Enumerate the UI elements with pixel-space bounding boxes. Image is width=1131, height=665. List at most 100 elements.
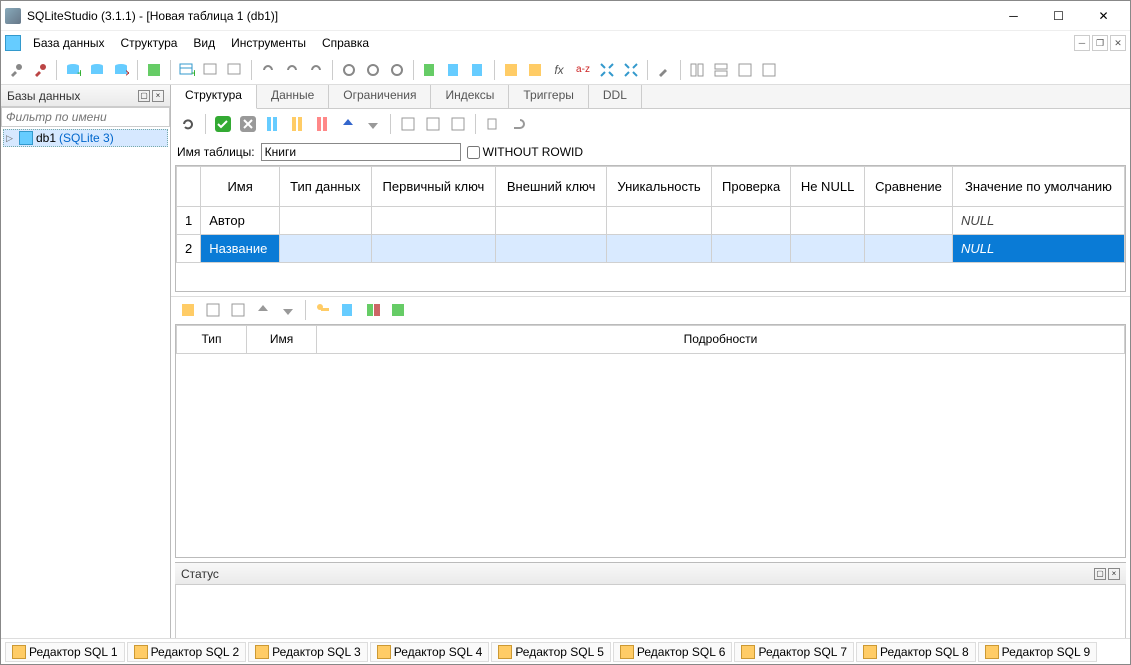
edit-db-button[interactable] [86,59,108,81]
gear1-button[interactable] [338,59,360,81]
history-button[interactable] [524,59,546,81]
menu-view[interactable]: Вид [185,34,223,52]
ct-down-button[interactable] [277,299,299,321]
collation-button[interactable]: a-z [572,59,594,81]
ct-check-button[interactable] [387,299,409,321]
maximize-button[interactable]: ☐ [1036,2,1081,30]
copy-button[interactable] [482,113,504,135]
tab-constraints[interactable]: Ограничения [329,85,431,108]
sql-editor-tab[interactable]: Редактор SQL 5 [491,642,611,662]
cell-fk[interactable] [496,207,607,235]
import-button[interactable] [419,59,441,81]
table-row[interactable]: 1 Автор NULL [177,207,1125,235]
layout3-button[interactable] [734,59,756,81]
detail-header-details[interactable]: Подробности [317,325,1125,353]
col-header-check[interactable]: Проверка [712,167,791,207]
add-db-button[interactable]: + [62,59,84,81]
cell-unique[interactable] [606,207,711,235]
filter-input[interactable] [1,107,170,127]
col-header-fk[interactable]: Внешний ключ [496,167,607,207]
attach3-button[interactable] [305,59,327,81]
sql-editor-tab[interactable]: Редактор SQL 4 [370,642,490,662]
tab-structure[interactable]: Структура [171,85,257,109]
edit-col-button[interactable] [287,113,309,135]
menu-database[interactable]: База данных [25,34,112,52]
connect-button[interactable] [5,59,27,81]
minimize-button[interactable]: ─ [991,2,1036,30]
tc1-button[interactable] [397,113,419,135]
cell-fk[interactable] [496,235,607,263]
cell-check[interactable] [712,235,791,263]
ct-edit-button[interactable] [202,299,224,321]
ct-fk-button[interactable] [337,299,359,321]
move-down-button[interactable] [362,113,384,135]
commit-button[interactable] [143,59,165,81]
without-rowid-check[interactable]: WITHOUT ROWID [467,145,583,159]
sql-editor-tab[interactable]: Редактор SQL 1 [5,642,125,662]
col-header-collate[interactable]: Сравнение [865,167,953,207]
collapse-button[interactable] [620,59,642,81]
sql-button[interactable] [500,59,522,81]
gear2-button[interactable] [362,59,384,81]
detail-header-name[interactable]: Имя [247,325,317,353]
table-name-input[interactable] [261,143,461,161]
move-up-button[interactable] [337,113,359,135]
sql-editor-tab[interactable]: Редактор SQL 9 [978,642,1098,662]
tab-triggers[interactable]: Триггеры [509,85,589,108]
cell-pk[interactable] [371,207,496,235]
mdi-minimize-button[interactable]: ─ [1074,35,1090,51]
cell-collate[interactable] [865,207,953,235]
col-header-name[interactable]: Имя [201,167,280,207]
tc3-button[interactable] [447,113,469,135]
status-close-button[interactable]: × [1108,568,1120,580]
cell-pk[interactable] [371,235,496,263]
mdi-close-button[interactable]: ✕ [1110,35,1126,51]
cell-name[interactable]: Автор [201,207,280,235]
sql-editor-tab[interactable]: Редактор SQL 6 [613,642,733,662]
export2-button[interactable] [467,59,489,81]
cell-collate[interactable] [865,235,953,263]
ct-unique-button[interactable] [362,299,384,321]
commit-struct-button[interactable] [212,113,234,135]
ct-up-button[interactable] [252,299,274,321]
col-header-pk[interactable]: Первичный ключ [371,167,496,207]
attach2-button[interactable] [281,59,303,81]
cell-notnull[interactable] [791,207,865,235]
add-col-button[interactable] [262,113,284,135]
tab-data[interactable]: Данные [257,85,329,108]
export-button[interactable] [443,59,465,81]
cell-default[interactable]: NULL [952,207,1124,235]
menu-structure[interactable]: Структура [112,34,185,52]
db-tree-item[interactable]: ▷ db1 (SQLite 3) [3,129,168,147]
col-header-notnull[interactable]: Не NULL [791,167,865,207]
tab-indexes[interactable]: Индексы [431,85,509,108]
undo-button[interactable] [507,113,529,135]
tc2-button[interactable] [422,113,444,135]
menu-help[interactable]: Справка [314,34,377,52]
refresh-button[interactable] [177,113,199,135]
edit-table-button[interactable] [200,59,222,81]
attach-button[interactable] [257,59,279,81]
cell-default[interactable]: NULL [952,235,1124,263]
menu-tools[interactable]: Инструменты [223,34,314,52]
new-table-button[interactable]: + [176,59,198,81]
settings-button[interactable] [653,59,675,81]
layout4-button[interactable] [758,59,780,81]
status-undock-button[interactable]: ▢ [1094,568,1106,580]
cell-unique[interactable] [606,235,711,263]
cell-type[interactable] [280,207,372,235]
layout2-button[interactable] [710,59,732,81]
cell-type[interactable] [280,235,372,263]
table-row[interactable]: 2 Название NULL [177,235,1125,263]
ct-pk-button[interactable] [312,299,334,321]
ct-add-button[interactable] [177,299,199,321]
expand-arrow-icon[interactable]: ▷ [6,133,16,144]
sql-editor-tab[interactable]: Редактор SQL 7 [734,642,854,662]
del-col-button[interactable] [312,113,334,135]
expand-button[interactable] [596,59,618,81]
sidebar-close-button[interactable]: × [152,90,164,102]
remove-db-button[interactable]: × [110,59,132,81]
cell-check[interactable] [712,207,791,235]
tab-ddl[interactable]: DDL [589,85,642,108]
disconnect-button[interactable] [29,59,51,81]
